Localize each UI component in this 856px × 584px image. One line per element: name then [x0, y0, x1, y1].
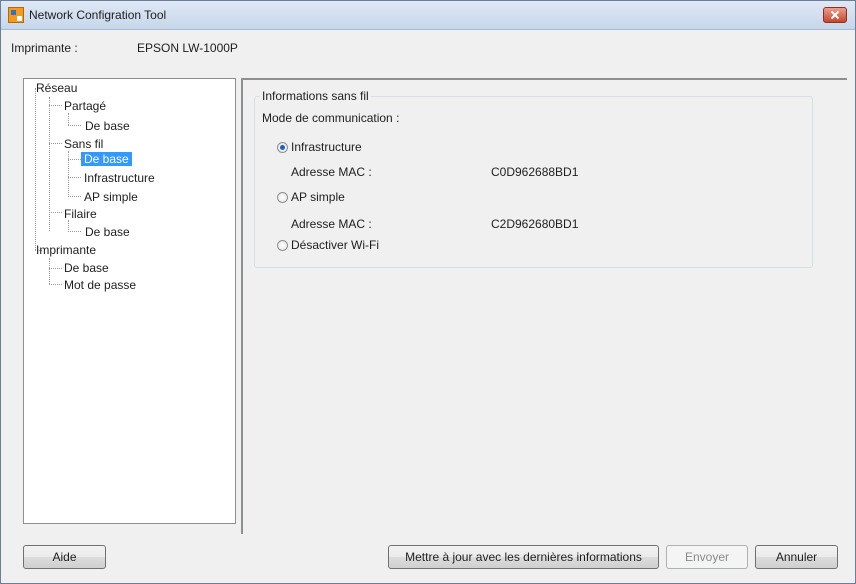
app-window: Network Configration Tool Imprimante : E… [0, 0, 856, 584]
tree-item-infrastructure[interactable]: Infrastructure [83, 171, 156, 185]
tree-item-mot-de-passe[interactable]: Mot de passe [63, 278, 137, 292]
mac-label-infrastructure: Adresse MAC : [291, 165, 372, 179]
tree-item-sans-fil[interactable]: Sans fil [63, 137, 104, 151]
update-button[interactable]: Mettre à jour avec les dernières informa… [388, 545, 659, 569]
mac-value-infrastructure: C0D962688BD1 [491, 165, 579, 179]
mode-label: Mode de communication : [262, 111, 400, 125]
settings-tree[interactable]: Réseau Partagé De base Sans fil De base … [23, 78, 236, 524]
printer-name: EPSON LW-1000P [137, 41, 238, 55]
tree-item-filaire[interactable]: Filaire [63, 207, 98, 221]
window-title: Network Configration Tool [29, 8, 167, 22]
tree-item-imprimante-de-base[interactable]: De base [63, 261, 110, 275]
radio-ap-simple[interactable] [277, 192, 288, 203]
radio-disable-wifi-label[interactable]: Désactiver Wi-Fi [291, 238, 379, 252]
radio-disable-wifi[interactable] [277, 240, 288, 251]
mac-value-ap-simple: C2D962680BD1 [491, 217, 579, 231]
cancel-button[interactable]: Annuler [755, 545, 838, 569]
tree-item-ap-simple[interactable]: AP simple [83, 190, 139, 204]
close-button[interactable] [823, 7, 847, 23]
send-button[interactable]: Envoyer [666, 545, 748, 569]
radio-ap-simple-label[interactable]: AP simple [291, 190, 345, 204]
tree-item-sans-fil-de-base[interactable]: De base [81, 152, 132, 166]
tree-item-partage-de-base[interactable]: De base [84, 119, 131, 133]
group-title: Informations sans fil [260, 89, 371, 103]
title-bar: Network Configration Tool [1, 1, 855, 30]
tree-item-reseau[interactable]: Réseau [35, 81, 78, 95]
radio-infrastructure[interactable] [277, 142, 288, 153]
radio-infrastructure-label[interactable]: Infrastructure [291, 140, 362, 154]
printer-label: Imprimante : [11, 41, 78, 55]
tree-item-partage[interactable]: Partagé [63, 99, 107, 113]
tree-item-imprimante[interactable]: Imprimante [35, 243, 97, 257]
help-button[interactable]: Aide [23, 545, 106, 569]
tree-item-filaire-de-base[interactable]: De base [84, 225, 131, 239]
app-icon [8, 7, 24, 23]
mac-label-ap-simple: Adresse MAC : [291, 217, 372, 231]
